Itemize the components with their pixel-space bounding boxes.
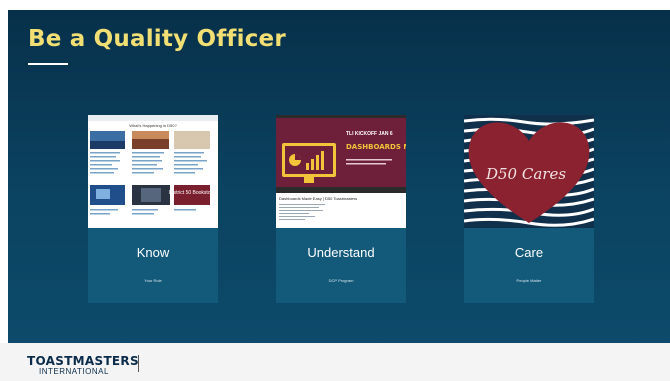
understand-thumb-caption: Dashboards Made Easy | D50 Toastmasters xyxy=(279,196,357,201)
title-underline xyxy=(28,63,68,65)
card-label-understand: Understand xyxy=(307,245,375,260)
card-sub-know: Your Role xyxy=(144,278,162,283)
card-know[interactable]: What's Happening in D50? District 50 Boo… xyxy=(88,115,218,303)
card-sub-care: People Matter xyxy=(516,278,542,283)
card-label-care: Care xyxy=(514,245,544,260)
card-label-know: Know xyxy=(136,245,170,260)
understand-panel: Understand DCP Program xyxy=(276,228,406,303)
card-understand[interactable]: TLI KICKOFF JAN 6 DASHBOARDS MADE EASY D… xyxy=(276,115,406,303)
slide-title: Be a Quality Officer xyxy=(28,26,286,52)
care-thumbnail: D50 Cares xyxy=(464,115,594,228)
know-thumb-badge: District 50 Bookstore xyxy=(169,190,215,196)
footer-divider xyxy=(138,355,139,372)
brand-logo-text: TOASTMASTERS xyxy=(27,354,139,368)
know-panel: Know Your Role xyxy=(88,228,218,303)
slide: Be a Quality Officer What's Happening in… xyxy=(8,10,670,343)
understand-thumb-kicker: TLI KICKOFF JAN 6 xyxy=(346,131,393,137)
footer-bar: TOASTMASTERS INTERNATIONAL xyxy=(0,343,670,381)
brand-logo-subtext: INTERNATIONAL xyxy=(39,367,109,375)
understand-thumbnail: TLI KICKOFF JAN 6 DASHBOARDS MADE EASY D… xyxy=(276,115,406,228)
care-panel: Care People Matter xyxy=(464,228,594,303)
care-thumb-logo: D50 Cares xyxy=(485,165,566,183)
understand-thumb-heading: DASHBOARDS MADE EASY xyxy=(346,143,406,151)
card-sub-understand: DCP Program xyxy=(328,278,354,283)
card-care[interactable]: D50 Cares Care People Matter xyxy=(464,115,594,303)
know-thumb-heading: What's Happening in D50? xyxy=(129,123,177,128)
know-thumbnail: What's Happening in D50? District 50 Boo… xyxy=(88,115,218,228)
